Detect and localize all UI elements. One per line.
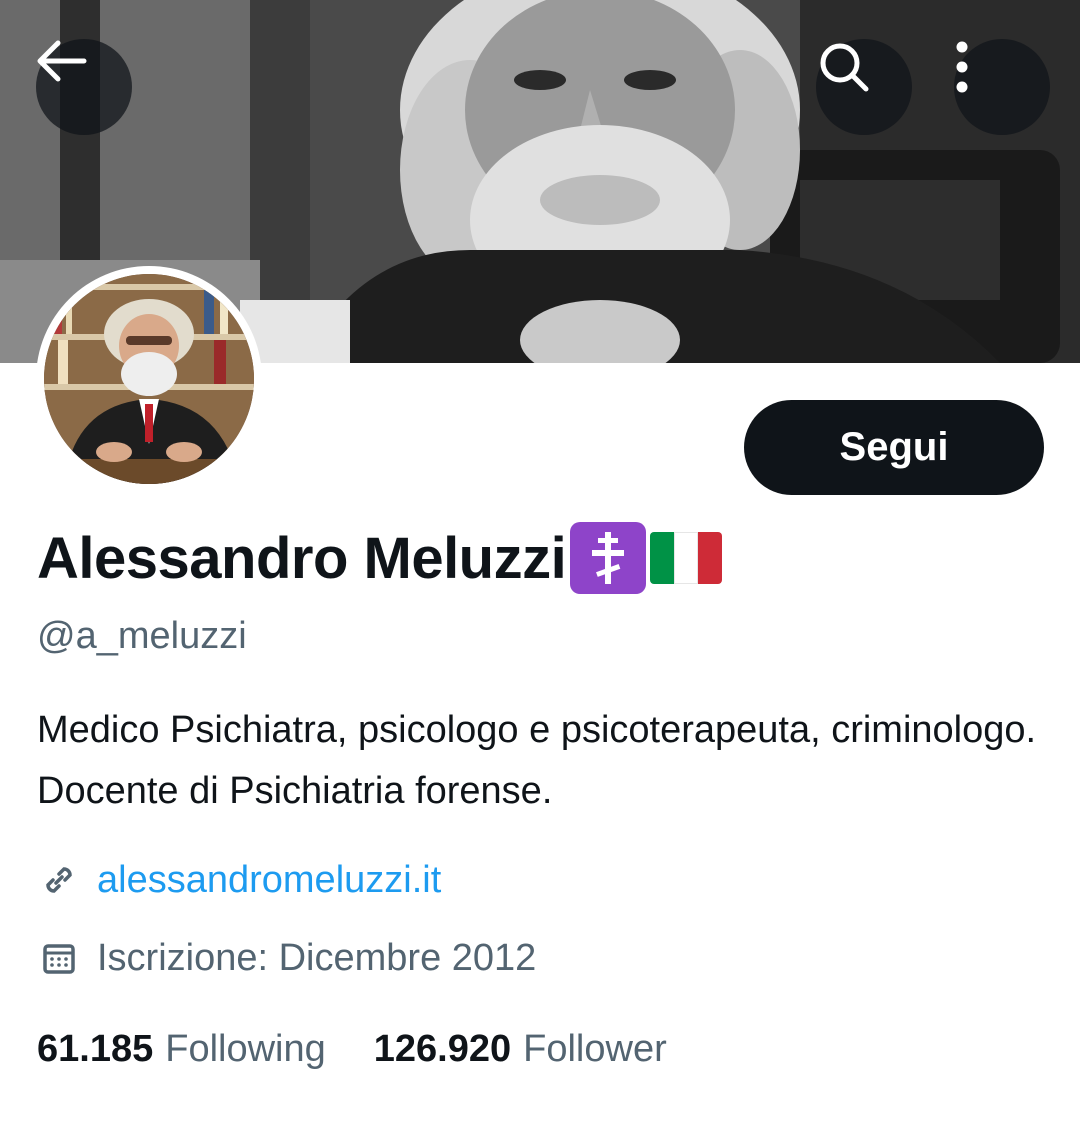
back-arrow-icon [37, 40, 87, 82]
link-icon [37, 858, 81, 902]
search-icon [820, 43, 869, 92]
followers-count: 126.920 [373, 1028, 512, 1070]
profile-name-row: Alessandro Meluzzi [37, 522, 723, 594]
display-name: Alessandro Meluzzi [37, 525, 567, 591]
profile-stats: 61.185 Following 126.920 Follower [37, 1028, 667, 1071]
profile-bio: Medico Psichiatra, psicologo e psicotera… [37, 709, 1037, 812]
more-vertical-icon [956, 41, 968, 93]
orthodox-cross-emoji [570, 522, 647, 594]
following-label: Following [165, 1028, 326, 1070]
italy-flag-emoji [650, 532, 723, 584]
avatar[interactable] [36, 266, 262, 492]
calendar-icon [37, 936, 81, 980]
website-row: alessandromeluzzi.it [37, 858, 441, 902]
more-options-button[interactable] [954, 39, 1050, 135]
followers-stat[interactable]: 126.920 Follower [374, 1028, 667, 1071]
following-count: 61.185 [37, 1028, 154, 1070]
avatar-photo [44, 274, 254, 484]
follow-button-label: Segui [839, 425, 949, 469]
back-button[interactable] [36, 39, 132, 135]
website-link[interactable]: alessandromeluzzi.it [97, 859, 441, 902]
following-stat[interactable]: 61.185 Following [37, 1028, 326, 1071]
followers-label: Follower [523, 1028, 667, 1070]
join-date-row: Iscrizione: Dicembre 2012 [37, 936, 536, 980]
search-button[interactable] [816, 39, 912, 135]
join-date: Iscrizione: Dicembre 2012 [97, 936, 537, 979]
profile-handle: @a_meluzzi [37, 615, 247, 657]
follow-button[interactable]: Segui [744, 400, 1044, 495]
